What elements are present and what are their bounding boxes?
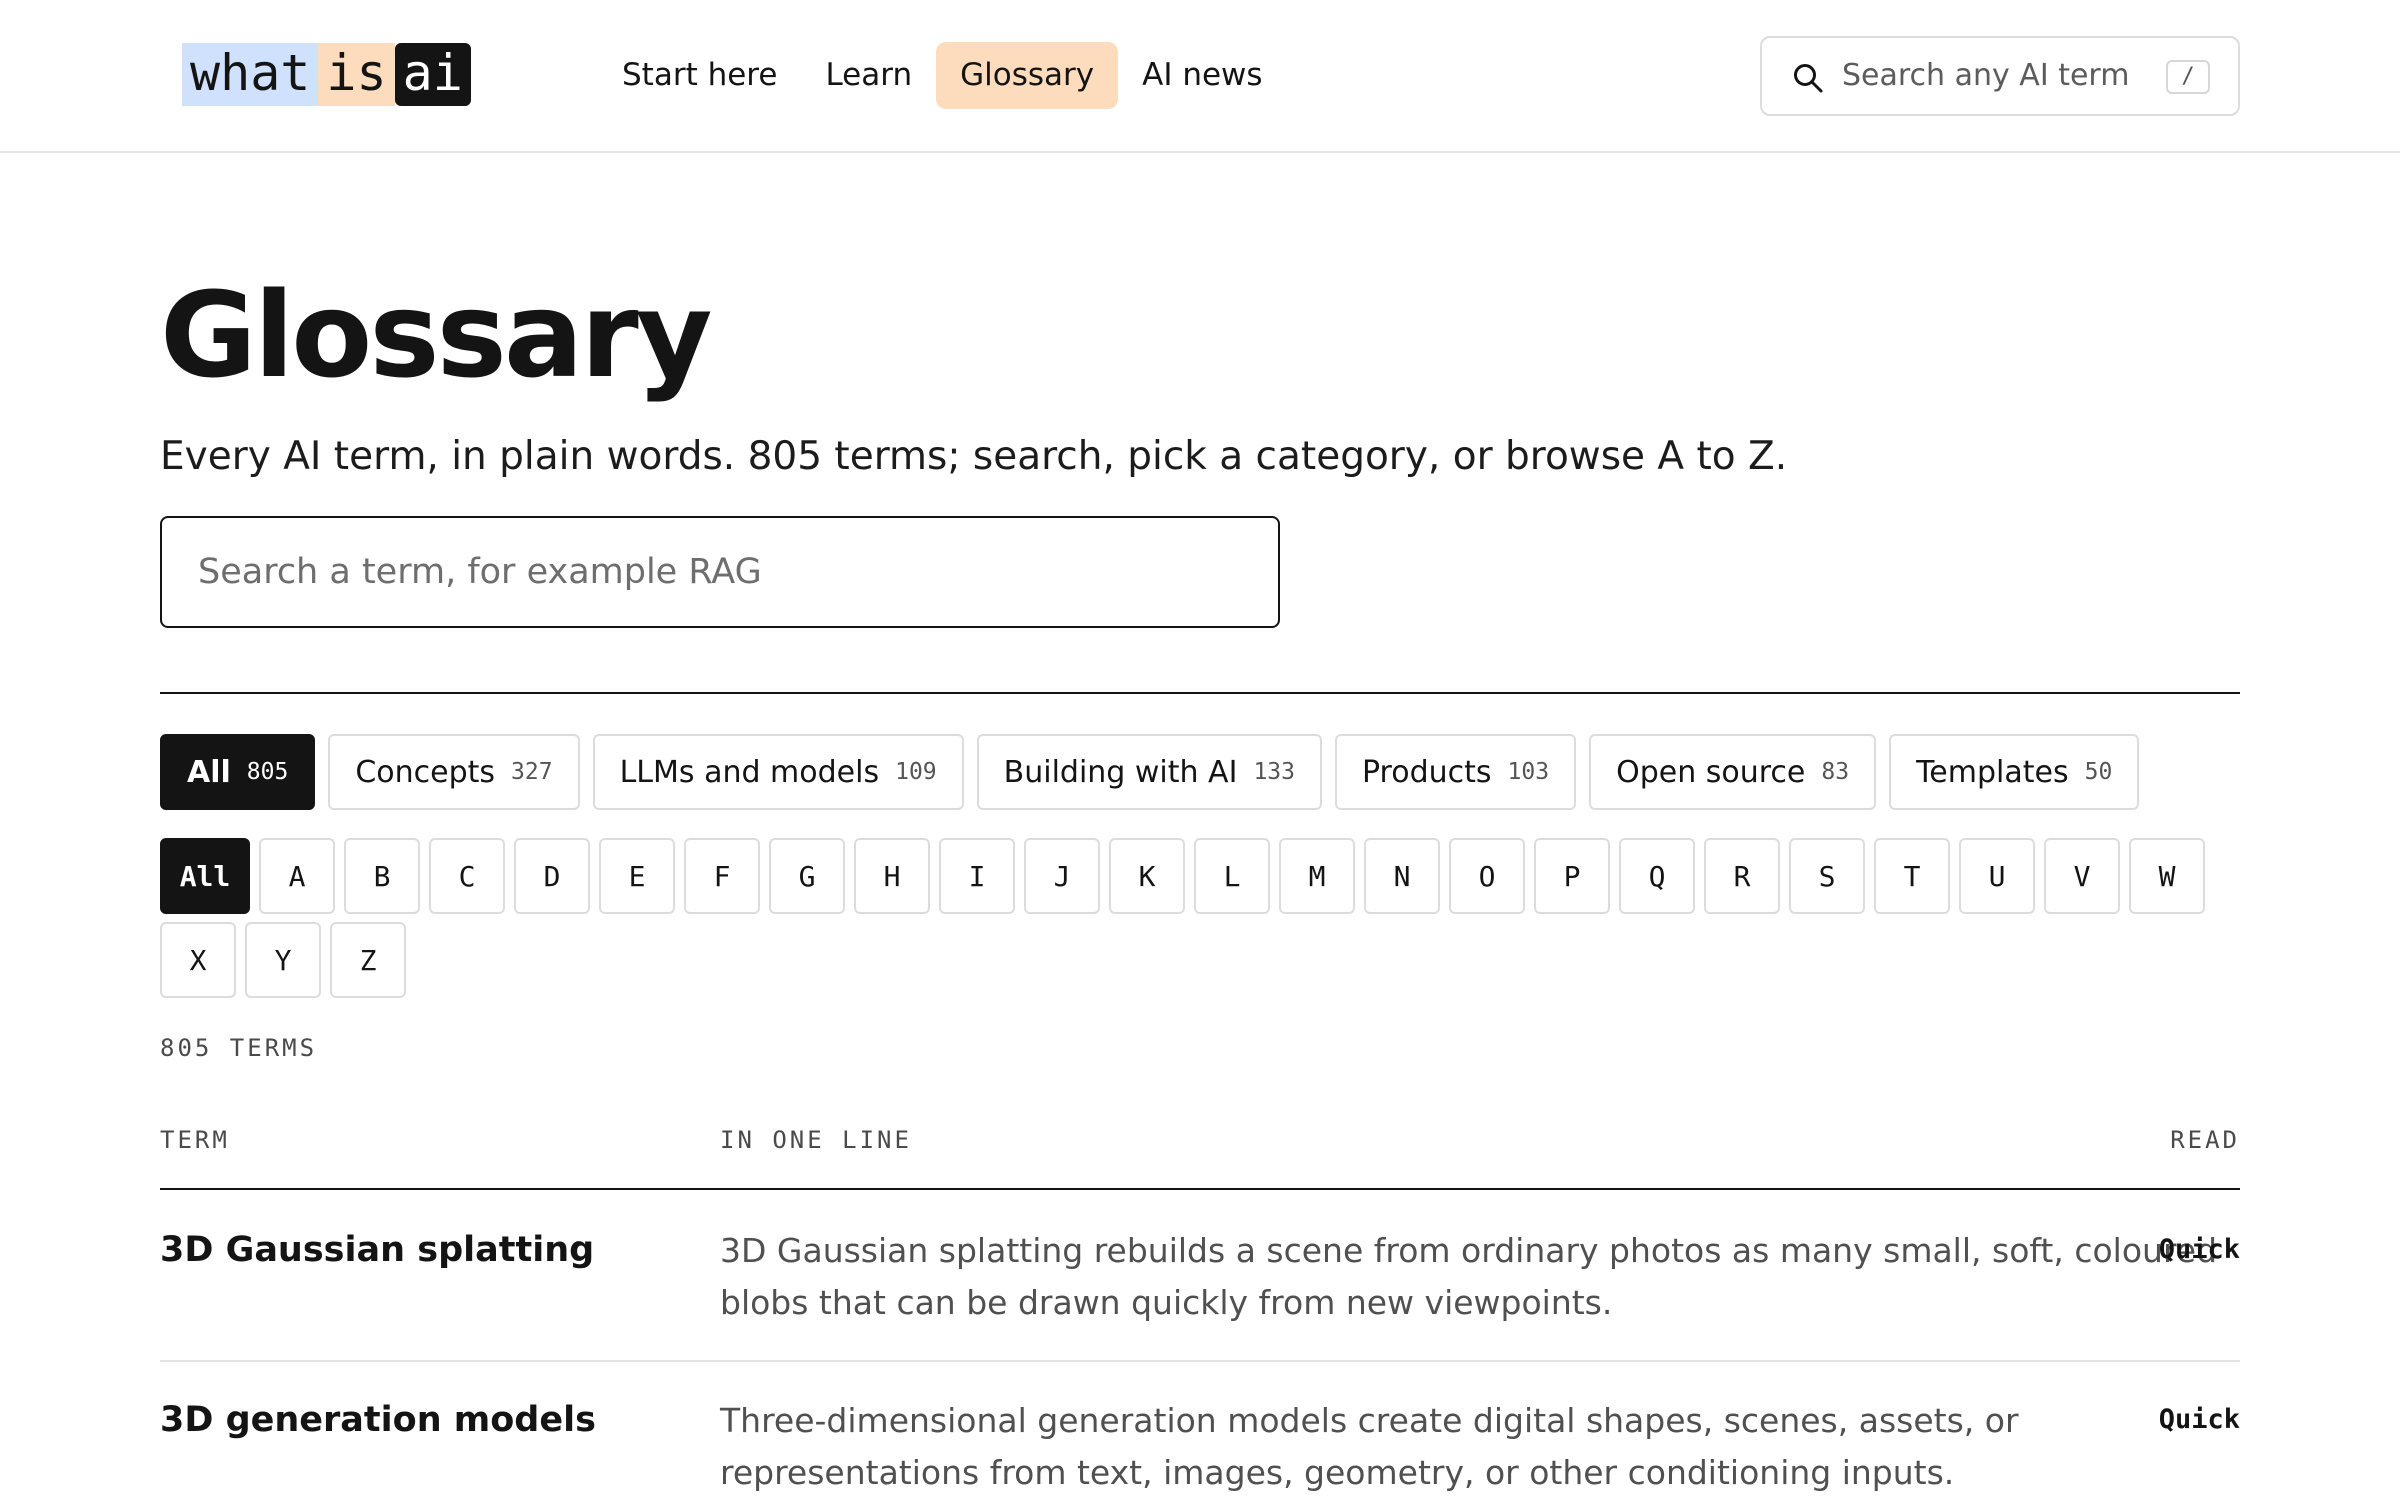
category-filters: All 805 Concepts 327 LLMs and models 109…	[160, 734, 2140, 810]
category-label: Open source	[1616, 754, 1806, 790]
search-shortcut-key: /	[2166, 60, 2210, 94]
nav-glossary[interactable]: Glossary	[936, 42, 1119, 109]
column-header-read: READ	[2170, 1126, 2240, 1154]
letter-filter-w[interactable]: W	[2129, 838, 2205, 914]
column-header-term: TERM	[160, 1126, 230, 1154]
category-label: All	[187, 754, 231, 790]
term-name[interactable]: 3D Gaussian splatting	[160, 1225, 594, 1275]
term-description: 3D Gaussian splatting rebuilds a scene f…	[720, 1231, 2218, 1322]
search-icon	[1794, 64, 1823, 93]
row-divider	[160, 1360, 2240, 1362]
logo-word-ai: ai	[394, 43, 471, 106]
category-count: 109	[895, 759, 937, 785]
category-concepts[interactable]: Concepts 327	[328, 734, 580, 810]
category-building-with-ai[interactable]: Building with AI 133	[976, 734, 1322, 810]
divider	[160, 692, 2240, 694]
term-name[interactable]: 3D generation models	[160, 1395, 596, 1445]
term-description: Three-dimensional generation models crea…	[720, 1401, 2019, 1492]
category-llms-and-models[interactable]: LLMs and models 109	[592, 734, 964, 810]
category-count: 133	[1253, 759, 1295, 785]
letter-filter-l[interactable]: L	[1194, 838, 1270, 914]
letter-filter-f[interactable]: F	[684, 838, 760, 914]
category-label: Concepts	[355, 754, 496, 790]
letter-filter-u[interactable]: U	[1959, 838, 2035, 914]
table-header-divider	[160, 1188, 2240, 1190]
letter-filter-v[interactable]: V	[2044, 838, 2120, 914]
category-label: Products	[1361, 754, 1492, 790]
letter-filters: All A B C D E F G H I J K L M N O P Q R …	[160, 838, 2260, 998]
read-length: Quick	[2158, 1404, 2240, 1435]
letter-filter-g[interactable]: G	[769, 838, 845, 914]
letter-filter-s[interactable]: S	[1789, 838, 1865, 914]
category-count: 50	[2084, 759, 2113, 785]
category-products[interactable]: Products 103	[1334, 734, 1577, 810]
letter-filter-r[interactable]: R	[1704, 838, 1780, 914]
site-header: what is ai Start here Learn Glossary AI …	[0, 0, 2400, 153]
main-nav: Start here Learn Glossary AI news	[598, 42, 1287, 109]
letter-filter-y[interactable]: Y	[245, 922, 321, 998]
letter-filter-a[interactable]: A	[259, 838, 335, 914]
letter-filter-n[interactable]: N	[1364, 838, 1440, 914]
results-count: 805 TERMS	[160, 1034, 318, 1062]
nav-learn[interactable]: Learn	[801, 42, 936, 109]
letter-filter-h[interactable]: H	[854, 838, 930, 914]
nav-start-here[interactable]: Start here	[598, 42, 801, 109]
category-label: LLMs and models	[619, 754, 880, 790]
category-count: 805	[246, 759, 289, 785]
letter-filter-o[interactable]: O	[1449, 838, 1525, 914]
category-open-source[interactable]: Open source 83	[1589, 734, 1877, 810]
read-length: Quick	[2158, 1234, 2240, 1265]
glossary-search-input[interactable]	[162, 518, 1278, 626]
letter-filter-b[interactable]: B	[344, 838, 420, 914]
site-logo[interactable]: what is ai	[182, 43, 471, 106]
glossary-search-field[interactable]	[160, 516, 1280, 628]
letter-filter-j[interactable]: J	[1024, 838, 1100, 914]
letter-filter-i[interactable]: I	[939, 838, 1015, 914]
header-search-box[interactable]: Search any AI term /	[1760, 36, 2240, 116]
letter-filter-c[interactable]: C	[429, 838, 505, 914]
category-label: Templates	[1916, 754, 2069, 790]
letter-filter-p[interactable]: P	[1534, 838, 1610, 914]
category-count: 103	[1507, 759, 1550, 785]
category-count: 327	[511, 759, 553, 785]
page-subtitle: Every AI term, in plain words. 805 terms…	[160, 434, 1788, 479]
header-search-placeholder: Search any AI term	[1842, 58, 2130, 93]
letter-filter-z[interactable]: Z	[330, 922, 406, 998]
category-count: 83	[1821, 759, 1850, 785]
letter-filter-x[interactable]: X	[160, 922, 236, 998]
letter-filter-e[interactable]: E	[599, 838, 675, 914]
logo-word-is: is	[318, 43, 395, 106]
letter-filter-t[interactable]: T	[1874, 838, 1950, 914]
nav-ai-news[interactable]: AI news	[1118, 42, 1286, 109]
category-label: Building with AI	[1003, 754, 1238, 790]
letter-filter-k[interactable]: K	[1109, 838, 1185, 914]
logo-word-what: what	[182, 43, 319, 106]
letter-filter-m[interactable]: M	[1279, 838, 1355, 914]
category-templates[interactable]: Templates 50	[1889, 734, 2140, 810]
page-title: Glossary	[160, 266, 713, 404]
letter-filter-all[interactable]: All	[160, 838, 250, 914]
column-header-in-one-line: IN ONE LINE	[720, 1126, 912, 1154]
category-all[interactable]: All 805	[160, 734, 316, 810]
letter-filter-q[interactable]: Q	[1619, 838, 1695, 914]
letter-filter-d[interactable]: D	[514, 838, 590, 914]
